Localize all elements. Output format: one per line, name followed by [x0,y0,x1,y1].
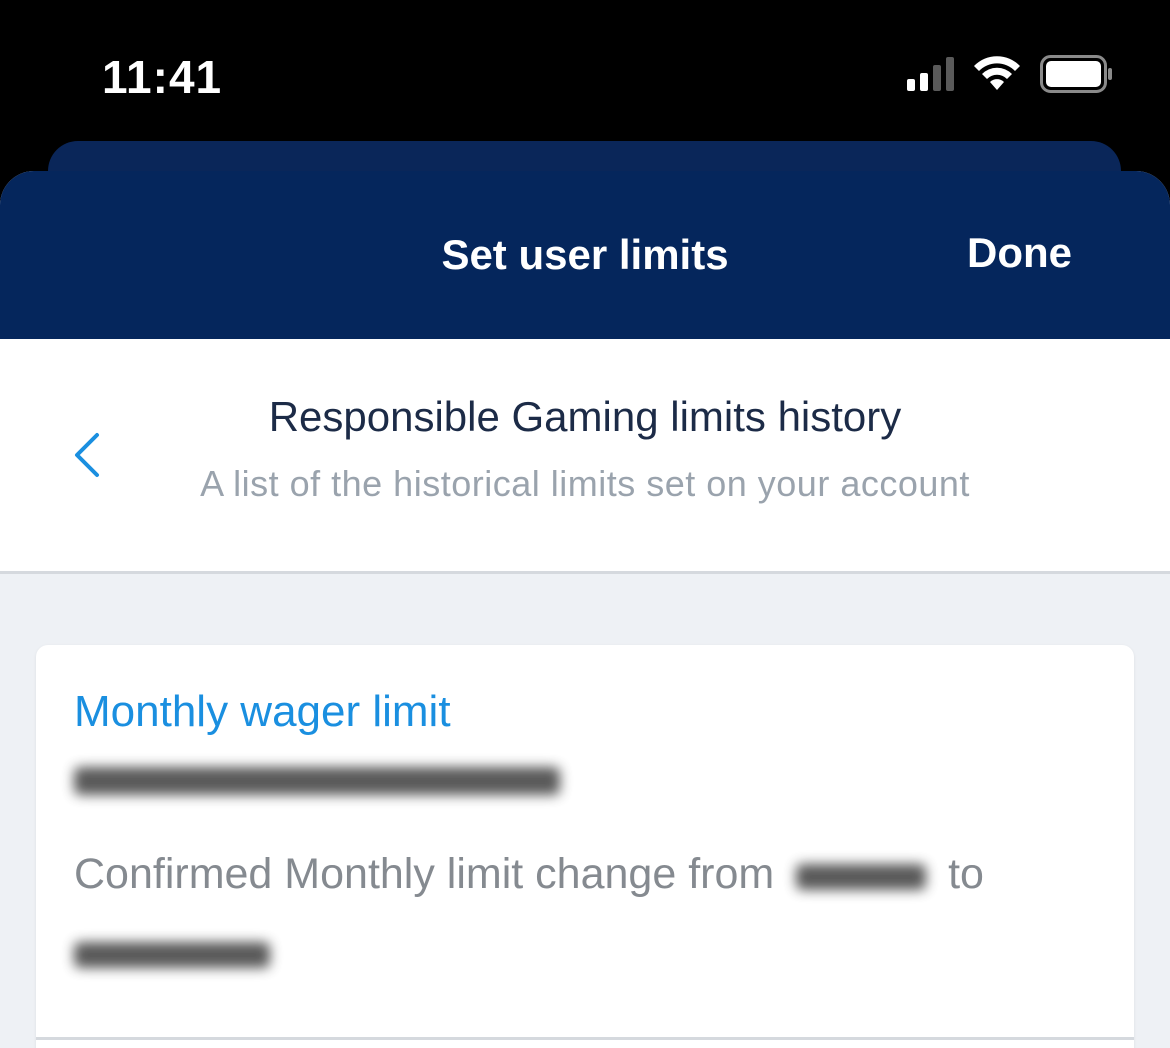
redacted-old-value [796,863,927,890]
history-header: Responsible Gaming limits history A list… [0,339,1170,574]
done-button[interactable]: Done [967,229,1072,277]
status-icons [907,54,1114,94]
limit-change-description: Confirmed Monthly limit change from to [74,835,1074,991]
history-card[interactable]: Monthly wager limit Confirmed Monthly li… [36,645,1134,1048]
battery-icon [1040,55,1112,93]
cellular-signal-icon [907,57,954,91]
limit-type-title: Monthly wager limit [74,687,451,736]
modal-sheet: Set user limits Done Responsible Gaming … [0,171,1170,1048]
app-screen: 11:41 Set user limits Done Responsible G… [0,0,1170,1048]
wifi-icon [974,56,1020,90]
nav-bar: Set user limits Done [0,171,1170,339]
card-divider [36,1037,1134,1040]
redacted-date [74,767,560,795]
description-prefix: Confirmed Monthly limit change from [74,850,775,898]
page-title: Responsible Gaming limits history [268,393,902,440]
description-middle: to [948,850,984,898]
redacted-new-value [74,941,270,968]
page-subtitle: A list of the historical limits set on y… [200,463,970,504]
status-time: 11:41 [102,51,223,103]
